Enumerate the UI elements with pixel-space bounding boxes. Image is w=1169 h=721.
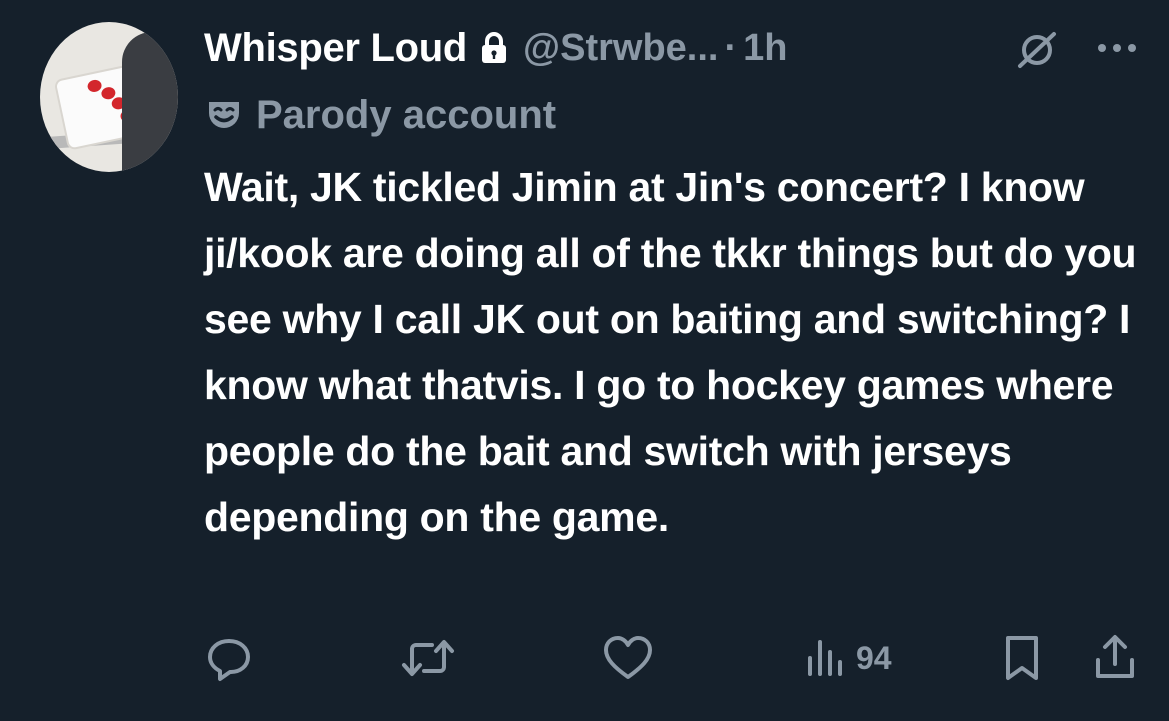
heart-icon [604, 636, 652, 679]
reply-icon [208, 639, 250, 681]
retweet-button[interactable] [400, 630, 456, 686]
reply-button[interactable] [204, 630, 254, 686]
views-count: 94 [856, 639, 892, 676]
tweet-text: Wait, JK tickled Jimin at Jin's concert?… [204, 164, 1137, 540]
action-bar: 94 [0, 630, 1169, 690]
views-icon [808, 640, 842, 676]
separator-dot: · [724, 26, 738, 69]
more-options-icon[interactable] [1094, 30, 1140, 66]
lock-icon [479, 31, 509, 65]
share-button[interactable] [1092, 630, 1138, 686]
parody-label: Parody account [256, 92, 557, 137]
avatar-person [122, 32, 178, 172]
user-handle[interactable]: @Strwbe... [523, 27, 718, 70]
theater-mask-icon [209, 102, 239, 128]
display-name[interactable]: Whisper Loud [204, 26, 467, 71]
bookmark-button[interactable] [1000, 630, 1044, 686]
grok-icon[interactable] [1012, 30, 1062, 70]
avatar[interactable] [40, 22, 178, 172]
views-button[interactable]: 94 [806, 630, 892, 686]
share-icon [1096, 635, 1134, 678]
bookmark-icon [1006, 636, 1038, 680]
retweet-icon [402, 640, 454, 676]
parody-badge: Parody account [204, 90, 556, 140]
tweet-header: Whisper Loud @Strwbe... · 1h [204, 22, 787, 74]
like-button[interactable] [602, 630, 654, 686]
timestamp[interactable]: 1h [743, 27, 787, 70]
